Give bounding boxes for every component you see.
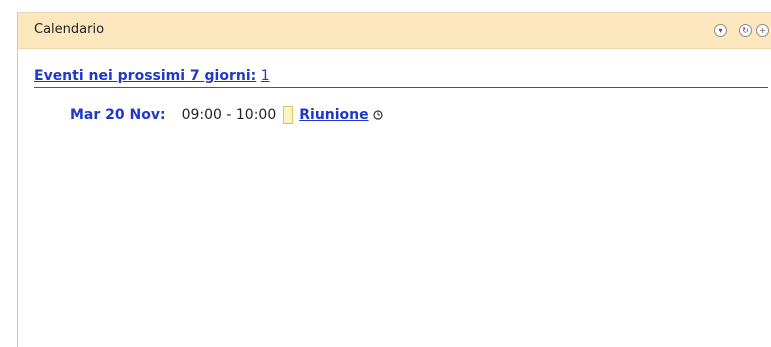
refresh-icon[interactable]: ↻ — [739, 24, 752, 37]
event-time: 09:00 - 10:00 — [181, 107, 277, 123]
widget-title: Calendario — [34, 22, 105, 37]
minimize-icon[interactable]: ▾ — [714, 24, 727, 37]
event-title-link[interactable]: Riunione — [299, 107, 368, 123]
events-summary: Eventi nei prossimi 7 giorni: 1 — [34, 68, 768, 88]
widget-tools: ▾ ↻ + — [714, 24, 769, 37]
event-color-swatch — [283, 106, 294, 124]
event-date: Mar 20 Nov: — [70, 107, 166, 123]
clock-icon — [373, 110, 383, 120]
calendar-widget: Calendario ▾ ↻ + Eventi nei prossimi 7 g… — [17, 12, 771, 347]
events-count[interactable]: 1 — [261, 68, 270, 84]
events-summary-link[interactable]: Eventi nei prossimi 7 giorni: — [34, 68, 256, 84]
widget-header: Calendario ▾ ↻ + — [18, 13, 771, 49]
event-row: Mar 20 Nov: 09:00 - 10:00 Riunione — [70, 106, 383, 124]
plus-icon[interactable]: + — [756, 24, 769, 37]
